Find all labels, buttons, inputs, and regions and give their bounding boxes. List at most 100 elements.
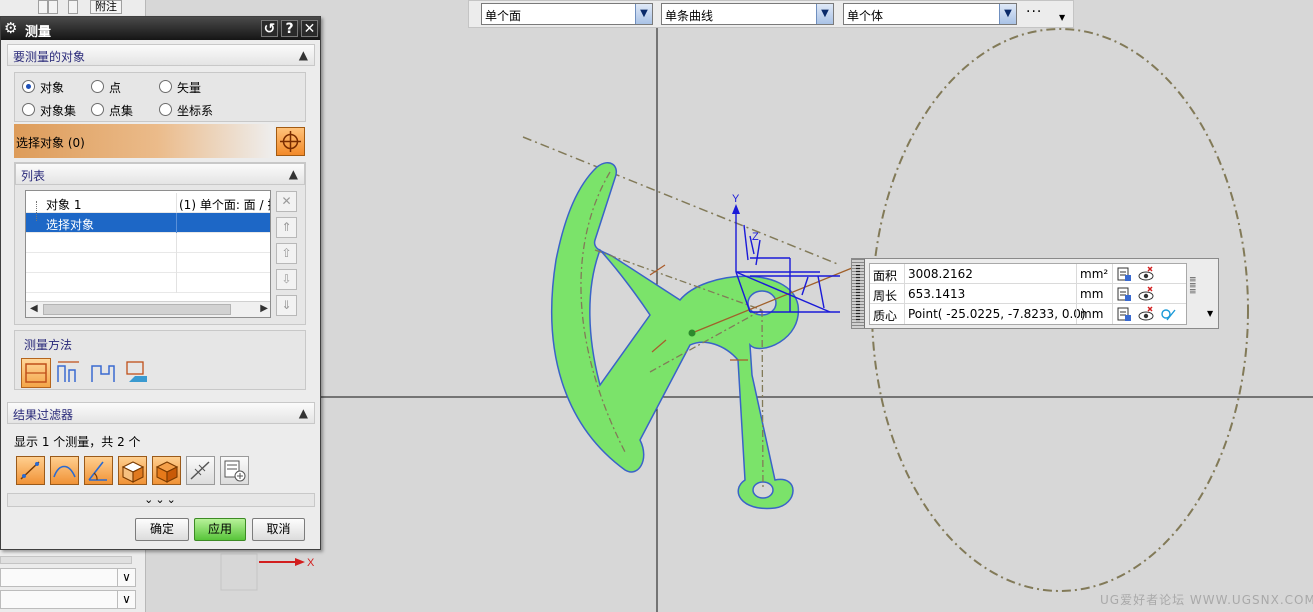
move-top-icon[interactable]: ⇑ [276, 217, 297, 238]
chevron-down-icon[interactable]: ▼ [816, 4, 833, 24]
move-up-icon[interactable]: ⇧ [276, 243, 297, 264]
remove-icon[interactable]: ✕ [276, 191, 297, 212]
select-object-row[interactable]: 选择对象 (0) [14, 124, 274, 158]
show-icon[interactable] [1138, 306, 1154, 322]
reset-icon[interactable]: ↺ [261, 20, 278, 37]
navigator-tab-2[interactable] [48, 0, 58, 14]
navigator-tab-1[interactable] [38, 0, 48, 14]
face-rule-value: 单个面 [485, 9, 522, 23]
result-value: Point( -25.0225, -7.8233, 0.0) [908, 307, 1086, 321]
move-down-icon[interactable]: ⇩ [276, 269, 297, 290]
toolbar-dropdown-icon[interactable]: ▼ [1059, 13, 1065, 22]
chevron-down-icon[interactable]: ▼ [635, 4, 652, 24]
list-item[interactable]: 对象 1 (1) 单个面: 面 / 拉 [26, 193, 270, 213]
navigator-tab-notes[interactable]: 附注 [90, 0, 122, 14]
object-type-group: 对象 点 矢量 对象集 点集 坐标系 [14, 72, 306, 122]
filter-curve-icon[interactable] [50, 456, 79, 485]
result-unit: mm [1080, 287, 1104, 301]
show-icon[interactable] [1138, 266, 1154, 282]
filter-area-icon[interactable] [118, 456, 147, 485]
apply-button[interactable]: 应用 [194, 518, 246, 541]
scroll-left-icon[interactable]: ◀ [30, 303, 38, 314]
list-item-name: 对象 1 [46, 198, 82, 212]
select-object-label: 选择对象 (0) [16, 136, 85, 150]
filter-distance-icon[interactable] [16, 456, 45, 485]
collapse-icon[interactable]: ▲ [299, 406, 308, 420]
more-options-button[interactable]: ··· [1026, 4, 1042, 20]
scroll-right-icon[interactable]: ▶ [260, 303, 268, 314]
close-icon[interactable]: ✕ [301, 20, 318, 37]
result-table: 面积 3008.2162 mm² 周长 653.1413 mm 质心 Point… [869, 263, 1187, 325]
dialog-title: 测量 [25, 25, 52, 40]
object-list[interactable]: 对象 1 (1) 单个面: 面 / 拉 选择对象 ◀ ▶ [25, 190, 271, 318]
section-method-title: 测量方法 [24, 338, 73, 352]
result-unit: mm [1080, 307, 1104, 321]
crosshair-icon [280, 131, 301, 152]
collapse-icon[interactable]: ▲ [299, 48, 308, 62]
body-rule-select[interactable]: 单个体 ▼ [843, 3, 1017, 25]
result-label: 周长 [873, 289, 898, 303]
annotation-icon[interactable] [1160, 306, 1176, 322]
section-list-title: 列表 [21, 169, 46, 183]
collapse-icon[interactable]: ▲ [289, 167, 298, 181]
centroid-point [688, 329, 696, 337]
filter-add-icon[interactable] [220, 456, 249, 485]
part-face[interactable] [550, 162, 799, 510]
ok-button[interactable]: 确定 [135, 518, 189, 541]
drag-handle[interactable] [852, 259, 865, 328]
navigator-row-1[interactable]: ∨ [0, 568, 136, 587]
watermark: UG爱好者论坛 WWW.UGSNX.COM [1100, 593, 1313, 607]
select-object-button[interactable] [276, 127, 305, 156]
measure-method-3-icon[interactable] [89, 358, 119, 388]
axis-z-label: Z [752, 231, 759, 243]
dialog-title-bar[interactable]: ⚙ 测量 ↺ ? ✕ [1, 17, 320, 40]
export-icon[interactable] [1116, 306, 1132, 322]
section-objects-header[interactable]: 要测量的对象 ▲ [7, 44, 315, 66]
filter-volume-icon[interactable] [152, 456, 181, 485]
chevron-down-icon[interactable]: ∨ [117, 569, 135, 586]
list-item-empty [26, 233, 270, 253]
section-filter-header[interactable]: 结果过滤器 ▲ [7, 402, 315, 424]
filter-angle-icon[interactable] [84, 456, 113, 485]
chevron-down-icon[interactable]: ▼ [1207, 309, 1213, 318]
result-unit: mm² [1080, 267, 1109, 281]
help-icon[interactable]: ? [281, 20, 298, 37]
export-icon[interactable] [1116, 266, 1132, 282]
measurement-result-panel: 面积 3008.2162 mm² 周长 653.1413 mm 质心 Point… [851, 258, 1219, 329]
section-filter-title: 结果过滤器 [13, 408, 74, 422]
navigator-row-2[interactable]: ∨ [0, 590, 136, 609]
scroll-thumb[interactable] [43, 304, 231, 315]
chevron-down-icon[interactable]: ▼ [999, 4, 1016, 24]
move-bottom-icon[interactable]: ⇓ [276, 295, 297, 316]
table-row[interactable]: 面积 3008.2162 mm² [870, 264, 1186, 284]
export-icon[interactable] [1116, 286, 1132, 302]
curve-rule-select[interactable]: 单条曲线 ▼ [661, 3, 834, 25]
list-item[interactable]: 选择对象 [26, 213, 270, 233]
cancel-button[interactable]: 取消 [252, 518, 305, 541]
list-item-empty [26, 253, 270, 273]
triad-preview: X [220, 553, 315, 591]
show-icon[interactable] [1138, 286, 1154, 302]
measure-method-4-icon[interactable] [123, 358, 153, 388]
measure-method-2-icon[interactable] [55, 358, 85, 388]
horizontal-scrollbar[interactable]: ◀ ▶ [26, 301, 270, 317]
navigator-tab-3[interactable] [68, 0, 78, 14]
gear-icon[interactable]: ⚙ [4, 19, 17, 37]
filter-summary: 显示 1 个测量，共 2 个 [14, 435, 141, 449]
list-item-name: 选择对象 [46, 218, 95, 232]
chevron-down-icon[interactable]: ∨ [117, 591, 135, 608]
body-rule-value: 单个体 [847, 9, 884, 23]
navigator-divider [0, 556, 132, 564]
table-row[interactable]: 质心 Point( -25.0225, -7.8233, 0.0) mm [870, 304, 1186, 324]
tree-line [36, 201, 37, 221]
axis-y-label: Y [732, 193, 740, 205]
table-row[interactable]: 周长 653.1413 mm [870, 284, 1186, 304]
curve-rule-value: 单条曲线 [665, 9, 714, 23]
more-options-toggle[interactable]: ⌄⌄⌄ [7, 493, 315, 507]
measure-method-1-icon[interactable] [21, 358, 51, 388]
face-rule-select[interactable]: 单个面 ▼ [481, 3, 653, 25]
section-list-header[interactable]: 列表 ▲ [15, 163, 305, 185]
filter-scale-icon[interactable] [186, 456, 215, 485]
result-options-icon[interactable]: ≡ ≡ ≡ [1189, 276, 1197, 297]
list-item-empty [26, 273, 270, 293]
